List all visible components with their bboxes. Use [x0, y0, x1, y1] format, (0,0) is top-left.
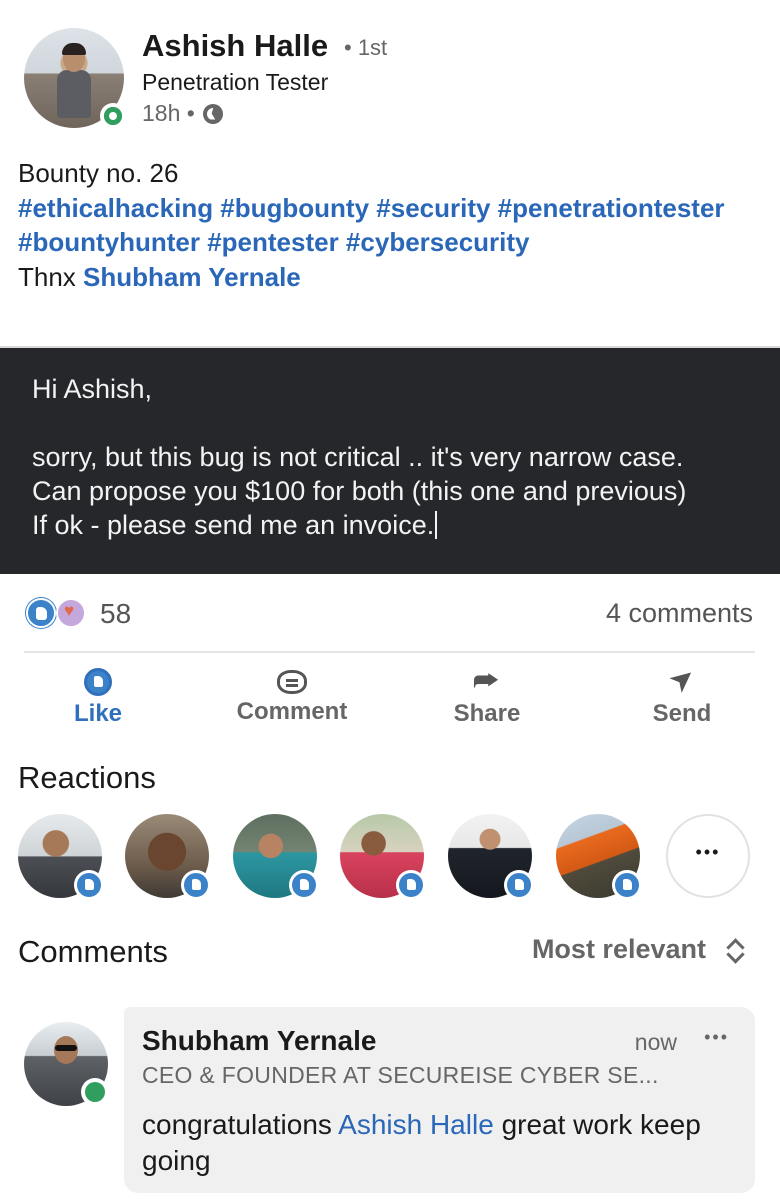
- comment-mention-link[interactable]: Ashish Halle: [338, 1109, 494, 1140]
- comments-count[interactable]: 4 comments: [606, 598, 753, 629]
- action-bar: Like Comment Share Send: [0, 662, 780, 734]
- reactor-avatar[interactable]: [233, 814, 319, 900]
- image-message-text: Hi Ashish, sorry, but this bug is not cr…: [32, 374, 687, 540]
- thanks-prefix: Thnx: [18, 261, 76, 292]
- comment-text: congratulations Ashish Halle great work …: [142, 1107, 732, 1179]
- reactors-list: [18, 814, 778, 904]
- thanks-mention-link[interactable]: Shubham Yernale: [83, 262, 301, 292]
- reactor-avatar[interactable]: [340, 814, 426, 900]
- image-message: Hi Ashish, sorry, but this bug is not cr…: [32, 372, 762, 542]
- more-reactors-button[interactable]: [666, 814, 750, 898]
- commenter-headline: CEO & FOUNDER AT SECUREISE CYBER SE...: [142, 1062, 659, 1088]
- reactions-title: Reactions: [18, 760, 156, 795]
- like-badge-icon: [396, 870, 426, 900]
- reactor-avatar[interactable]: [125, 814, 211, 900]
- send-label: Send: [652, 700, 712, 727]
- like-badge-icon: [289, 870, 319, 900]
- comments-title: Comments: [18, 934, 168, 969]
- like-label: Like: [73, 700, 123, 727]
- avatar-body: [57, 70, 91, 118]
- sort-label: Most relevant: [531, 934, 706, 964]
- reactor-avatar[interactable]: [556, 814, 642, 900]
- post-header: Ashish Halle • 1st Penetration Tester 18…: [0, 0, 780, 150]
- post-text: Bounty no. 26 #ethicalhacking #bugbounty…: [18, 156, 768, 294]
- post-title-line: Bounty no. 26: [18, 158, 179, 188]
- author-headline: Penetration Tester: [142, 69, 329, 95]
- text-cursor: [435, 511, 438, 539]
- share-button[interactable]: Share: [407, 662, 567, 728]
- avatar-hair: [62, 43, 86, 55]
- like-badge-icon: [504, 870, 534, 900]
- send-icon: [668, 668, 696, 696]
- like-badge-icon: [74, 870, 104, 900]
- globe-icon: [202, 103, 223, 124]
- like-button[interactable]: Like: [18, 662, 178, 728]
- reactor-avatar[interactable]: [18, 814, 104, 900]
- comment-sort-dropdown[interactable]: Most relevant: [532, 934, 744, 965]
- connection-degree: • 1st: [344, 35, 388, 60]
- reaction-icons[interactable]: [26, 598, 94, 630]
- comment-text-prefix: congratulations: [142, 1109, 332, 1140]
- like-reaction-icon: [26, 598, 56, 628]
- reaction-count[interactable]: 58: [100, 598, 131, 630]
- share-label: Share: [453, 700, 521, 727]
- love-reaction-icon: [56, 598, 86, 628]
- reactor-avatar[interactable]: [448, 814, 534, 900]
- post-image[interactable]: Hi Ashish, sorry, but this bug is not cr…: [0, 346, 780, 574]
- post-meta: 18h •: [142, 100, 223, 127]
- send-button[interactable]: Send: [602, 662, 762, 728]
- comment-label: Comment: [236, 698, 348, 725]
- comment-bubble[interactable]: Shubham Yernale now ••• CEO & FOUNDER AT…: [124, 1007, 755, 1193]
- author-name[interactable]: Ashish Halle: [142, 28, 328, 64]
- commenter-online-indicator: [81, 1078, 109, 1106]
- comment-button[interactable]: Comment: [212, 662, 372, 726]
- comment-icon: [277, 670, 307, 694]
- like-badge-icon: [181, 870, 211, 900]
- post-time: 18h •: [142, 100, 195, 126]
- commenter-name[interactable]: Shubham Yernale: [142, 1025, 376, 1057]
- comment-time: now: [634, 1029, 677, 1055]
- commenter-sunglasses: [55, 1045, 77, 1051]
- divider: [24, 651, 755, 653]
- post-thanks-line: Thnx Shubham Yernale: [18, 260, 768, 295]
- post-hashtags[interactable]: #ethicalhacking #bugbounty #security #pe…: [18, 191, 768, 260]
- online-status-indicator: [100, 103, 126, 129]
- sort-toggle-icon: [726, 936, 744, 964]
- share-icon: [473, 664, 501, 698]
- like-badge-icon: [612, 870, 642, 900]
- comment-more-icon[interactable]: •••: [704, 1027, 729, 1048]
- like-icon: [84, 668, 112, 696]
- social-counts-bar: 58 4 comments: [0, 590, 780, 640]
